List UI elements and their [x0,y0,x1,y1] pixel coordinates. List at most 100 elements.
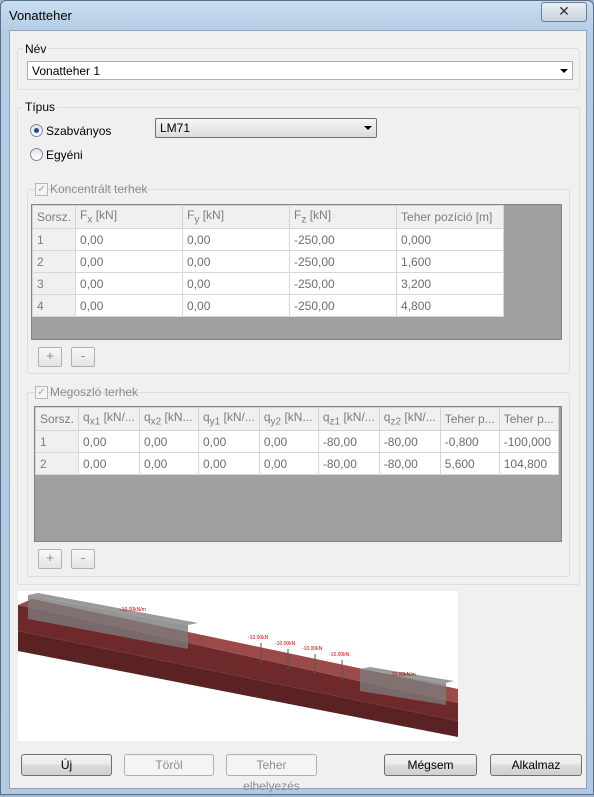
name-group-label: Név [23,42,49,56]
table-cell[interactable]: 0,00 [75,294,184,317]
col-header[interactable]: Fz [kN] [289,205,398,229]
table-header-row: Sorsz. Fx [kN] Fy [kN] Fz [kN] Teher poz… [32,205,505,229]
table-cell[interactable]: 104,800 [498,452,559,475]
col-header[interactable]: qy2 [kN... [258,407,319,431]
table-cell[interactable]: 0,00 [258,452,319,475]
table-cell[interactable]: 4,800 [396,294,505,317]
table-cell[interactable]: 0,00 [182,294,291,317]
standard-radio-label: Szabványos [46,124,112,138]
table-cell[interactable]: 0,00 [197,452,260,475]
table-cell[interactable]: 0,00 [182,228,291,251]
table-row[interactable]: 3 0,00 0,00 -250,00 3,200 [32,272,505,295]
table-cell[interactable]: -80,00 [378,452,441,475]
row-number-cell: 1 [35,430,80,453]
col-header[interactable]: qy1 [kN/... [197,407,260,431]
name-combo-value: Vonatteher 1 [32,64,101,78]
table-row[interactable]: 1 0,00 0,00 -250,00 0,000 [32,228,505,251]
col-header[interactable]: Fy [kN] [182,205,291,229]
new-button[interactable]: Új [21,754,112,776]
col-header[interactable]: Teher p... [498,407,559,431]
table-cell[interactable]: 5,600 [439,452,500,475]
table-row[interactable]: 2 0,00 0,00 0,00 0,00 -80,00 -80,00 5,600 104,80… [35,452,559,475]
table-row[interactable]: 4 0,00 0,00 -250,00 4,800 [32,294,505,317]
concentrated-add-button[interactable]: + [38,347,62,367]
point-load-label: -10.00kN [329,652,350,658]
col-header[interactable]: qx2 [kN... [138,407,199,431]
table-cell[interactable]: 0,00 [138,430,199,453]
table-cell[interactable]: -250,00 [289,250,398,273]
row-number-cell: 3 [32,272,77,295]
table-cell[interactable]: -250,00 [289,228,398,251]
concentrated-remove-button[interactable]: - [71,347,95,367]
col-header[interactable]: Teher pozíció [m] [396,205,505,229]
col-header[interactable]: qz1 [kN/... [317,407,380,431]
type-group-label: Típus [23,100,58,114]
place-load-button[interactable]: Teher elhelyezés [226,754,317,793]
table-cell[interactable]: 0,00 [75,228,184,251]
window-title: Vonatteher [9,8,72,23]
row-number-cell: 2 [35,452,80,475]
table-cell[interactable]: -80,00 [317,452,380,475]
standard-select[interactable]: LM71 [155,118,377,138]
col-header[interactable]: Fx [kN] [75,205,184,229]
close-button[interactable]: ✕ [541,2,587,22]
chevron-down-icon [560,69,568,73]
table-cell[interactable]: -250,00 [289,294,398,317]
table-header-row: Sorsz. qx1 [kN/... qx2 [kN... qy1 [kN/..… [35,407,559,431]
table-cell[interactable]: 0,00 [75,272,184,295]
table-cell[interactable]: -250,00 [289,272,398,295]
table-cell[interactable]: -100,000 [498,430,559,453]
load-preview: -10.00kN/m -10.00kN/m -10.00kN -10.00kN … [18,591,458,741]
dialog-window: Vonatteher ✕ Név Vonatteher 1 Típus Szab… [0,0,594,795]
table-cell[interactable]: -80,00 [378,430,441,453]
custom-radio[interactable] [30,148,43,161]
point-load-label: -10.00kN [302,646,323,652]
name-combo[interactable]: Vonatteher 1 [27,61,573,80]
table-row[interactable]: 2 0,00 0,00 -250,00 1,600 [32,250,505,273]
point-load-label: -10.00kN [248,635,269,641]
dist-load-label: -10.00kN/m [390,672,416,678]
concentrated-table-grid: Sorsz. Fx [kN] Fy [kN] Fz [kN] Teher poz… [32,205,505,317]
col-header[interactable]: Teher p... [439,407,500,431]
title-bar: Vonatteher ✕ [1,1,593,29]
concentrated-table[interactable]: Sorsz. Fx [kN] Fy [kN] Fz [kN] Teher poz… [31,204,562,340]
apply-button[interactable]: Alkalmaz [490,754,582,776]
distributed-checkbox[interactable]: ✓ [35,386,48,399]
table-cell[interactable]: 1,600 [396,250,505,273]
table-cell[interactable]: 3,200 [396,272,505,295]
row-number-cell: 1 [32,228,77,251]
table-row[interactable]: 1 0,00 0,00 0,00 0,00 -80,00 -80,00 -0,800 -100,… [35,430,559,453]
distributed-remove-button[interactable]: - [71,549,95,569]
dialog-body: Név Vonatteher 1 Típus Szabványos Egyéni… [9,30,587,793]
distributed-table-grid: Sorsz. qx1 [kN/... qx2 [kN... qy1 [kN/..… [35,407,559,475]
delete-button[interactable]: Töröl [124,754,214,776]
table-cell[interactable]: 0,00 [78,430,140,453]
table-cell[interactable]: 0,00 [138,452,199,475]
col-header[interactable]: qx1 [kN/... [78,407,140,431]
distributed-table[interactable]: Sorsz. qx1 [kN/... qx2 [kN... qy1 [kN/..… [34,406,562,542]
table-cell[interactable]: 0,00 [78,452,140,475]
table-cell[interactable]: -0,800 [439,430,500,453]
close-icon: ✕ [558,3,570,19]
standard-select-value: LM71 [160,121,191,135]
table-cell[interactable]: 0,000 [396,228,505,251]
col-header[interactable]: Sorsz. [35,407,80,431]
chevron-down-icon [364,126,372,130]
row-number-cell: 4 [32,294,77,317]
table-cell[interactable]: 0,00 [258,430,319,453]
table-cell[interactable]: 0,00 [197,430,260,453]
concentrated-checkbox[interactable]: ✓ [35,183,48,196]
table-cell[interactable]: -80,00 [317,430,380,453]
standard-radio[interactable] [30,124,43,137]
radio-selected-dot [34,128,39,133]
col-header[interactable]: qz2 [kN/... [378,407,441,431]
table-cell[interactable]: 0,00 [75,250,184,273]
table-cell[interactable]: 0,00 [182,250,291,273]
table-cell[interactable]: 0,00 [182,272,291,295]
point-load-label: -10.00kN [275,641,296,647]
col-header[interactable]: Sorsz. [32,205,77,229]
distributed-add-button[interactable]: + [38,549,62,569]
cancel-button[interactable]: Mégsem [384,754,477,776]
custom-radio-label: Egyéni [46,148,83,162]
row-number-cell: 2 [32,250,77,273]
